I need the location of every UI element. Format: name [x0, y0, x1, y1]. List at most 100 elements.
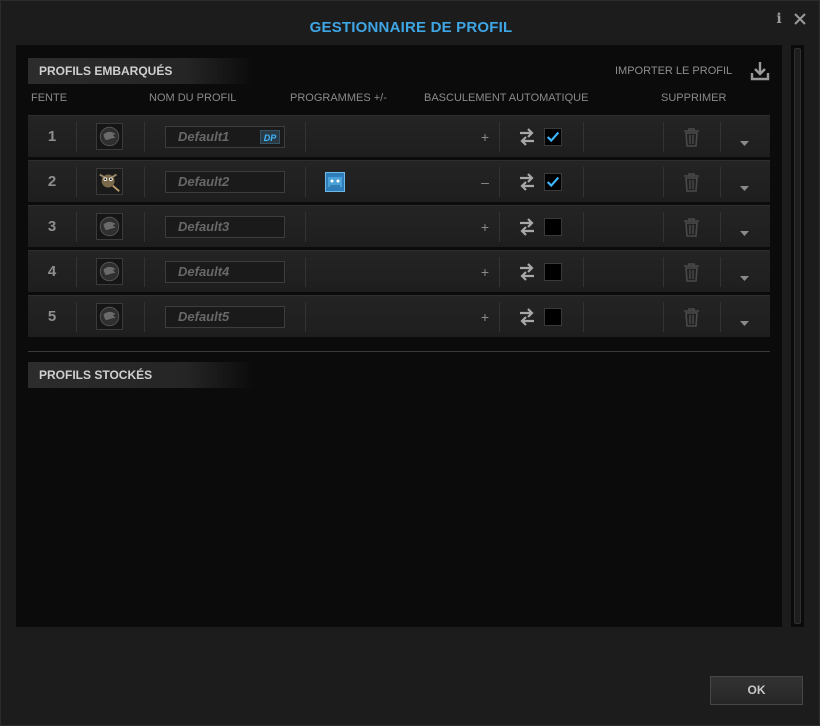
- slot-number: 4: [47, 263, 57, 280]
- slot-number: 3: [47, 218, 57, 235]
- swap-arrows-icon: [518, 172, 536, 192]
- column-separator: [663, 167, 664, 197]
- chevron-down-icon[interactable]: [739, 269, 750, 281]
- column-separator: [76, 257, 77, 287]
- chevron-down-icon[interactable]: [739, 224, 750, 236]
- swap-arrows-icon: [518, 262, 536, 282]
- profile-row: 3 Default3 +: [28, 205, 770, 247]
- column-separator: [144, 212, 145, 242]
- trash-icon[interactable]: [683, 217, 700, 237]
- remove-program-button[interactable]: –: [477, 161, 493, 203]
- section-divider: [28, 351, 770, 352]
- profile-row: 1 Default1 DP +: [28, 115, 770, 157]
- column-separator: [583, 212, 584, 242]
- column-separator: [499, 167, 500, 197]
- roccat-logo-icon[interactable]: [96, 303, 123, 330]
- chevron-down-icon[interactable]: [739, 314, 750, 326]
- column-separator: [499, 257, 500, 287]
- column-separator: [144, 302, 145, 332]
- chevron-down-icon[interactable]: [739, 134, 750, 146]
- column-header-name: NOM DU PROFIL: [149, 92, 237, 104]
- stored-profiles-header: PROFILS STOCKÉS: [28, 362, 254, 388]
- onboard-profiles-header: PROFILS EMBARQUÉS: [28, 58, 254, 84]
- column-separator: [144, 122, 145, 152]
- auto-switch-checkbox[interactable]: [544, 308, 562, 326]
- trash-icon[interactable]: [683, 127, 700, 147]
- ok-button[interactable]: OK: [710, 676, 803, 705]
- swap-arrows-icon: [518, 127, 536, 147]
- trash-icon[interactable]: [683, 172, 700, 192]
- profile-name-field[interactable]: Default3: [165, 216, 285, 238]
- slot-number: 1: [47, 128, 57, 145]
- profile-name-field[interactable]: Default2: [165, 171, 285, 193]
- column-separator: [663, 302, 664, 332]
- column-separator: [720, 302, 721, 332]
- gimp-icon[interactable]: [96, 168, 123, 195]
- scrollbar[interactable]: [791, 45, 804, 627]
- auto-switch-checkbox[interactable]: [544, 218, 562, 236]
- column-header-slot: FENTE: [31, 92, 68, 104]
- import-profile-link[interactable]: IMPORTER LE PROFIL: [615, 65, 732, 77]
- profile-name-field[interactable]: Default1 DP: [165, 126, 285, 148]
- auto-switch-checkbox[interactable]: [544, 263, 562, 281]
- download-icon[interactable]: [749, 60, 771, 82]
- add-program-button[interactable]: +: [477, 251, 493, 293]
- auto-switch-checkbox[interactable]: [544, 128, 562, 146]
- info-icon[interactable]: i: [773, 10, 785, 28]
- profile-name-field[interactable]: Default4: [165, 261, 285, 283]
- column-separator: [583, 302, 584, 332]
- chevron-down-icon[interactable]: [739, 179, 750, 191]
- column-separator: [499, 212, 500, 242]
- column-separator: [720, 167, 721, 197]
- window-title: GESTIONNAIRE DE PROFIL: [309, 19, 513, 36]
- roccat-logo-icon[interactable]: [96, 123, 123, 150]
- scroll-thumb[interactable]: [794, 48, 801, 624]
- swap-arrows-icon: [518, 217, 536, 237]
- column-separator: [499, 302, 500, 332]
- dp-badge: DP: [260, 130, 280, 144]
- profile-row: 2 Default2 –: [28, 160, 770, 202]
- trash-icon[interactable]: [683, 262, 700, 282]
- profile-name-field[interactable]: Default5: [165, 306, 285, 328]
- profile-row: 5 Default5 +: [28, 295, 770, 337]
- column-separator: [583, 257, 584, 287]
- column-separator: [720, 122, 721, 152]
- add-program-button[interactable]: +: [477, 296, 493, 338]
- profile-name-text: Default1: [178, 129, 230, 144]
- column-separator: [663, 212, 664, 242]
- column-separator: [76, 212, 77, 242]
- column-separator: [305, 257, 306, 287]
- column-header-programs: PROGRAMMES +/-: [290, 92, 387, 104]
- add-program-button[interactable]: +: [477, 116, 493, 158]
- column-header-auto-switch: BASCULEMENT AUTOMATIQUE: [424, 92, 589, 104]
- column-separator: [144, 257, 145, 287]
- slot-number: 2: [47, 173, 57, 190]
- column-separator: [144, 167, 145, 197]
- swap-arrows-icon: [518, 307, 536, 327]
- column-separator: [305, 167, 306, 197]
- close-icon[interactable]: [792, 11, 808, 27]
- profile-name-text: Default5: [178, 309, 230, 324]
- column-separator: [76, 122, 77, 152]
- profile-name-text: Default2: [178, 174, 230, 189]
- profile-row: 4 Default4 +: [28, 250, 770, 292]
- column-separator: [76, 167, 77, 197]
- program-icon[interactable]: [325, 172, 345, 192]
- column-separator: [720, 212, 721, 242]
- trash-icon[interactable]: [683, 307, 700, 327]
- add-program-button[interactable]: +: [477, 206, 493, 248]
- auto-switch-checkbox[interactable]: [544, 173, 562, 191]
- roccat-logo-icon[interactable]: [96, 258, 123, 285]
- profile-name-text: Default3: [178, 219, 230, 234]
- column-separator: [720, 257, 721, 287]
- slot-number: 5: [47, 308, 57, 325]
- roccat-logo-icon[interactable]: [96, 213, 123, 240]
- column-separator: [305, 212, 306, 242]
- column-separator: [499, 122, 500, 152]
- column-separator: [583, 122, 584, 152]
- column-separator: [663, 122, 664, 152]
- column-header-delete: SUPPRIMER: [661, 92, 727, 104]
- profile-manager-window: GESTIONNAIRE DE PROFIL i PROFILS EMBARQU…: [0, 0, 820, 726]
- column-separator: [76, 302, 77, 332]
- column-separator: [663, 257, 664, 287]
